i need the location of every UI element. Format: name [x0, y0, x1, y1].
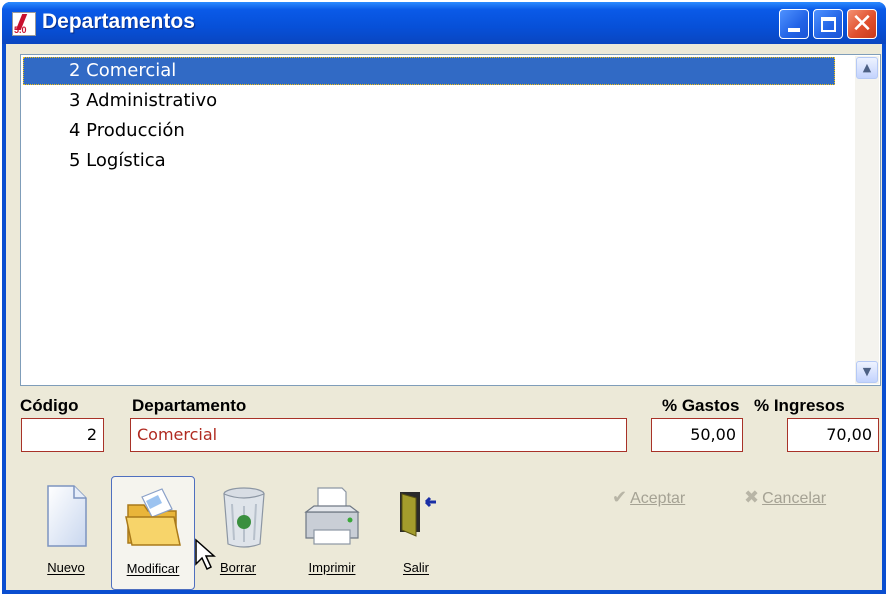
minimize-icon: [788, 28, 800, 32]
ingresos-field[interactable]: 70,00: [787, 418, 879, 452]
maximize-icon: [821, 17, 836, 32]
app-icon[interactable]: 5.0: [12, 12, 36, 36]
departamento-label: Departamento: [132, 396, 247, 415]
departamento-field[interactable]: Comercial: [130, 418, 627, 452]
app-version-text: 5.0: [14, 25, 27, 35]
aceptar-label: Aceptar: [630, 490, 686, 507]
close-button[interactable]: ✕: [847, 9, 877, 39]
vertical-scrollbar[interactable]: ▲ ▼: [855, 56, 879, 384]
imprimir-button[interactable]: Imprimir: [290, 476, 374, 590]
recycle-bin-icon: [223, 487, 265, 548]
nuevo-label: Nuevo: [47, 560, 85, 575]
new-document-icon: [47, 485, 87, 547]
codigo-label: Código: [20, 396, 79, 415]
window-client-area: 2 Comercial 3 Administrativo 4 Producció…: [6, 44, 882, 590]
aceptar-button[interactable]: ✔ Aceptar: [612, 487, 685, 508]
minimize-button[interactable]: [779, 9, 809, 39]
salir-button[interactable]: Salir: [374, 476, 458, 590]
maximize-button[interactable]: [813, 9, 843, 39]
checkmark-icon: ✔: [612, 487, 628, 507]
imprimir-label: Imprimir: [308, 560, 356, 575]
printer-icon: [304, 487, 360, 545]
close-icon: ✕: [851, 9, 873, 39]
ingresos-label: % Ingresos: [754, 396, 845, 415]
exit-door-icon: [400, 492, 436, 537]
gastos-field[interactable]: 50,00: [651, 418, 743, 452]
list-item[interactable]: 2 Comercial: [23, 57, 835, 85]
cancel-x-icon: ✖: [744, 487, 760, 507]
modificar-button[interactable]: Modificar: [111, 476, 195, 590]
scroll-down-button[interactable]: ▼: [856, 361, 878, 383]
cancelar-button[interactable]: ✖ Cancelar: [744, 487, 826, 508]
cancelar-label: Cancelar: [762, 490, 827, 507]
departamentos-window: 5.0 Departamentos ✕ 2 Comercial 3 Admini…: [2, 2, 886, 594]
mouse-pointer-icon: [195, 538, 216, 571]
open-folder-icon: [125, 488, 181, 546]
list-item[interactable]: 5 Logística: [23, 147, 835, 175]
scroll-up-button[interactable]: ▲: [856, 57, 878, 79]
list-item[interactable]: 3 Administrativo: [23, 87, 835, 115]
salir-label: Salir: [402, 560, 429, 575]
codigo-field[interactable]: 2: [21, 418, 104, 452]
window-title: Departamentos: [42, 10, 195, 33]
nuevo-button[interactable]: Nuevo: [24, 476, 108, 590]
modificar-label: Modificar: [126, 561, 180, 576]
borrar-button[interactable]: Borrar: [202, 476, 286, 590]
title-bar[interactable]: 5.0 Departamentos ✕: [2, 2, 886, 44]
departments-listbox[interactable]: 2 Comercial 3 Administrativo 4 Producció…: [20, 54, 881, 386]
gastos-label: % Gastos: [662, 396, 740, 415]
list-item[interactable]: 4 Producción: [23, 117, 835, 145]
